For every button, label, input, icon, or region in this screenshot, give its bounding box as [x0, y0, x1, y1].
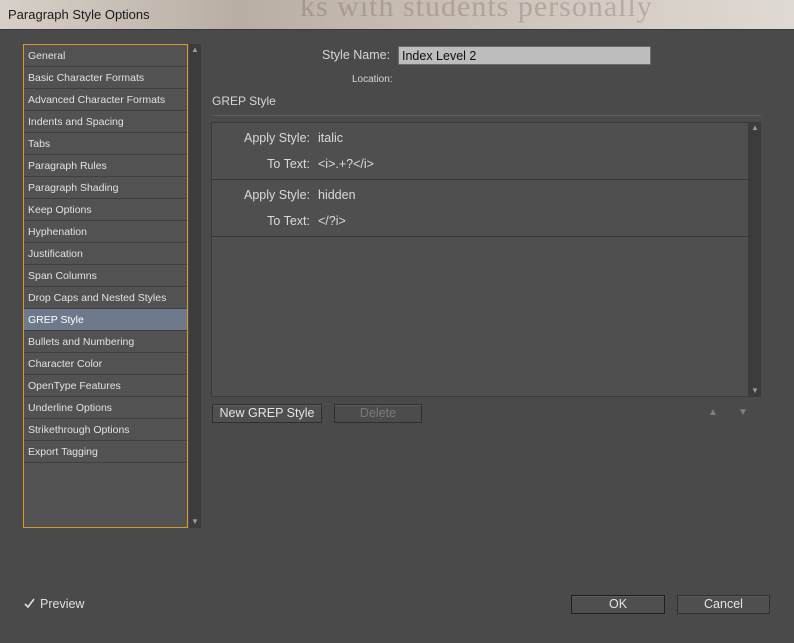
sidebar-item-character-color[interactable]: Character Color: [24, 353, 187, 375]
sidebar-item-opentype-features[interactable]: OpenType Features: [24, 375, 187, 397]
section-divider: [212, 115, 761, 116]
to-text-label: To Text:: [267, 214, 310, 228]
location-label: Location:: [352, 74, 393, 85]
apply-style-label: Apply Style:: [243, 131, 310, 145]
apply-style-value[interactable]: hidden: [318, 188, 356, 202]
sidebar-item-paragraph-shading[interactable]: Paragraph Shading: [24, 177, 187, 199]
window-title: Paragraph Style Options: [8, 7, 150, 22]
sidebar-item-underline-options[interactable]: Underline Options: [24, 397, 187, 419]
sidebar-item-general[interactable]: General: [24, 45, 187, 67]
apply-style-value[interactable]: italic: [318, 131, 343, 145]
sidebar-item-hyphenation[interactable]: Hyphenation: [24, 221, 187, 243]
sidebar-item-basic-character-formats[interactable]: Basic Character Formats: [24, 67, 187, 89]
grep-scrollbar[interactable]: ▲ ▼: [749, 122, 761, 397]
move-up-icon[interactable]: ▲: [708, 407, 718, 418]
style-name-input[interactable]: [398, 46, 651, 65]
sidebar-item-paragraph-rules[interactable]: Paragraph Rules: [24, 155, 187, 177]
scroll-down-icon[interactable]: ▼: [751, 387, 759, 395]
delete-button[interactable]: Delete: [334, 404, 422, 423]
sidebar-item-strikethrough-options[interactable]: Strikethrough Options: [24, 419, 187, 441]
sidebar-item-grep-style[interactable]: GREP Style: [24, 309, 187, 331]
new-grep-style-button[interactable]: New GREP Style: [212, 404, 322, 423]
preview-label[interactable]: Preview: [40, 597, 84, 611]
sidebar-item-keep-options[interactable]: Keep Options: [24, 199, 187, 221]
category-list[interactable]: General Basic Character Formats Advanced C…: [23, 44, 188, 528]
apply-style-label: Apply Style:: [243, 188, 310, 202]
paragraph-style-dialog: General Basic Character Formats Advanced C…: [8, 30, 786, 635]
grep-entry[interactable]: Apply Style: hidden To Text: </?i>: [212, 180, 748, 237]
sidebar-item-justification[interactable]: Justification: [24, 243, 187, 265]
sidebar-item-tabs[interactable]: Tabs: [24, 133, 187, 155]
category-scrollbar[interactable]: ▲ ▼: [189, 44, 201, 528]
scroll-down-icon[interactable]: ▼: [191, 518, 199, 526]
title-bar: ks with students personally Paragraph St…: [0, 0, 794, 30]
sidebar-item-drop-caps-and-nested-styles[interactable]: Drop Caps and Nested Styles: [24, 287, 187, 309]
scroll-up-icon[interactable]: ▲: [751, 124, 759, 132]
to-text-value[interactable]: <i>.+?</i>: [318, 157, 374, 171]
sidebar-item-indents-and-spacing[interactable]: Indents and Spacing: [24, 111, 187, 133]
move-down-icon[interactable]: ▼: [738, 407, 748, 418]
sidebar-item-span-columns[interactable]: Span Columns: [24, 265, 187, 287]
to-text-label: To Text:: [267, 157, 310, 171]
backdrop-text: ks with students personally: [300, 0, 653, 23]
scroll-up-icon[interactable]: ▲: [191, 46, 199, 54]
style-name-label: Style Name:: [322, 48, 391, 62]
grep-entry[interactable]: Apply Style: italic To Text: <i>.+?</i>: [212, 123, 748, 180]
cancel-button[interactable]: Cancel: [677, 595, 770, 614]
preview-checkbox[interactable]: [24, 598, 35, 609]
to-text-value[interactable]: </?i>: [318, 214, 346, 228]
ok-button[interactable]: OK: [571, 595, 665, 614]
sidebar-item-advanced-character-formats[interactable]: Advanced Character Formats: [24, 89, 187, 111]
sidebar-item-bullets-and-numbering[interactable]: Bullets and Numbering: [24, 331, 187, 353]
section-title: GREP Style: [212, 94, 276, 108]
sidebar-item-export-tagging[interactable]: Export Tagging: [24, 441, 187, 463]
grep-style-list[interactable]: Apply Style: italic To Text: <i>.+?</i> …: [211, 122, 749, 397]
